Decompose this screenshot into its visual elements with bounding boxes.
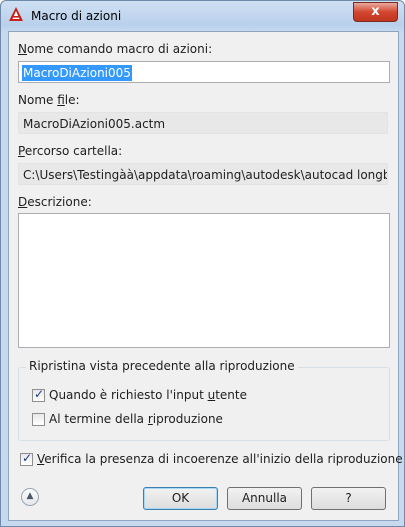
check-mark-icon: ✓	[22, 451, 33, 465]
dialog-window: Macro di azioni x Nome comando macro di …	[0, 0, 405, 527]
dialog-body: Nome comando macro di azioni: MacroDiAzi…	[8, 31, 403, 521]
description-textarea[interactable]	[18, 213, 390, 348]
restore-on-end-checkbox[interactable]	[32, 413, 45, 426]
folder-path-field: C:\Users\Testingàà\appdata\roaming\autod…	[18, 163, 388, 185]
command-name-label-text: ome comando macro di azioni:	[26, 42, 213, 56]
file-name-field: MacroDiAzioni005.actm	[18, 112, 388, 134]
autocad-logo-icon	[9, 7, 23, 21]
folder-path-label: Percorso cartella:	[18, 144, 123, 158]
check-mark-icon: ✓	[34, 387, 45, 401]
ok-button[interactable]: OK	[143, 487, 218, 510]
restore-view-group-title: Ripristina vista precedente alla riprodu…	[26, 359, 298, 373]
restore-on-end-label[interactable]: Al termine della riproduzione	[49, 412, 223, 426]
verify-label[interactable]: Verifica la presenza di incoerenze all'i…	[37, 452, 403, 466]
chevron-up-circle-icon[interactable]: ▲	[21, 488, 39, 506]
command-name-input[interactable]: MacroDiAzioni005	[18, 61, 390, 83]
title-bar[interactable]: Macro di azioni x	[1, 1, 404, 32]
restore-view-group	[18, 367, 390, 441]
file-name-label: Nome file:	[18, 93, 80, 107]
command-name-label: Nome comando macro di azioni:	[18, 42, 213, 56]
description-label: Descrizione:	[18, 195, 92, 209]
command-name-value: MacroDiAzioni005	[22, 65, 132, 81]
verify-checkbox[interactable]: ✓	[20, 451, 33, 466]
close-button[interactable]: x	[353, 2, 398, 22]
cancel-button[interactable]: Annulla	[227, 487, 302, 510]
restore-on-input-label[interactable]: Quando è richiesto l'input utente	[49, 388, 247, 402]
help-button[interactable]: ?	[311, 487, 386, 510]
restore-on-input-checkbox[interactable]: ✓	[32, 387, 45, 402]
window-title: Macro di azioni	[31, 9, 122, 23]
